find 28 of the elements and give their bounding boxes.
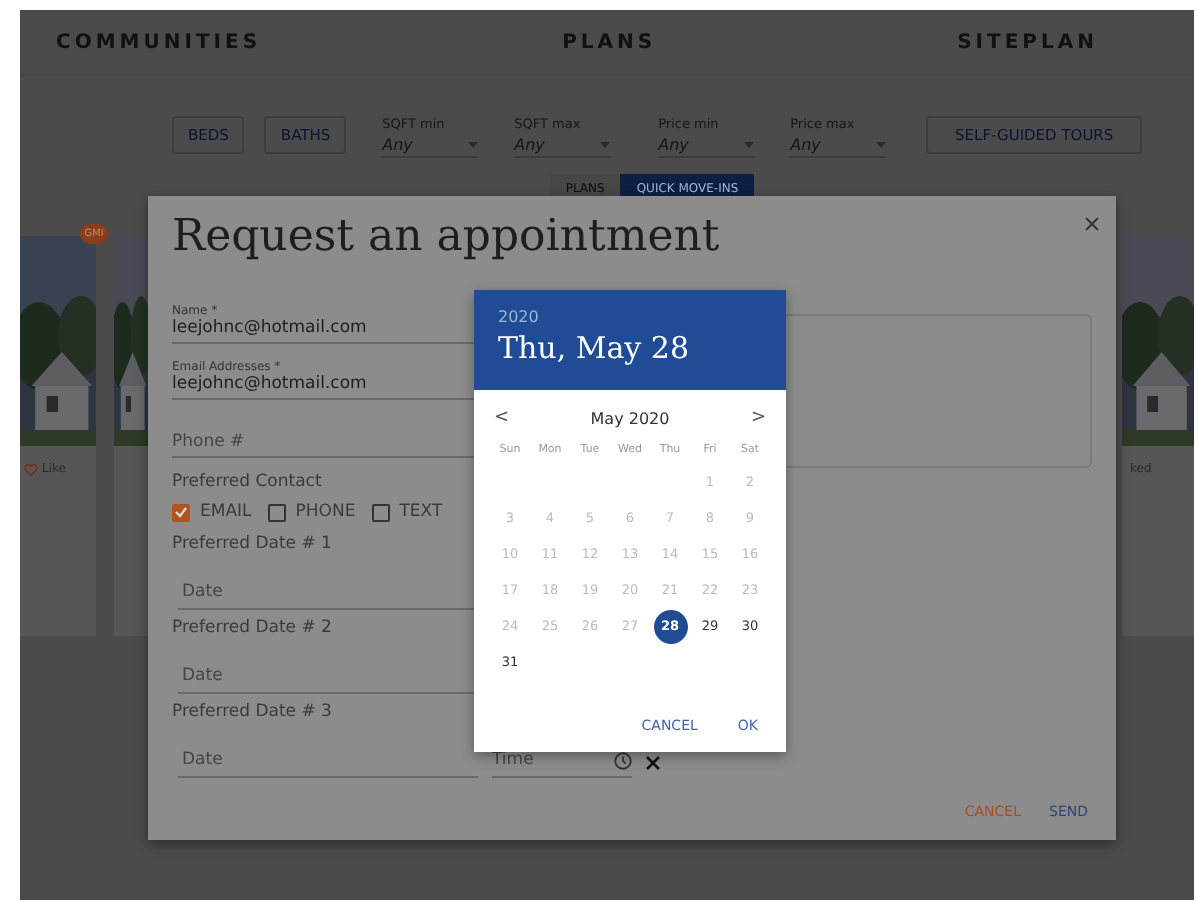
- contact-checkbox[interactable]: TEXT: [371, 502, 443, 522]
- field-value: leejohnc@hotmail.com: [172, 374, 367, 394]
- close-icon[interactable]: [1084, 216, 1100, 232]
- date-field[interactable]: Date: [178, 750, 478, 778]
- caret-icon[interactable]: [876, 141, 887, 147]
- nav-link[interactable]: SITEPLAN: [957, 31, 1098, 53]
- dialog-title: Request an appointment: [172, 212, 722, 266]
- month-title: May 2020: [590, 409, 670, 427]
- clear-icon[interactable]: [646, 756, 660, 770]
- caret-icon[interactable]: [744, 141, 755, 147]
- home-card[interactable]: [114, 236, 148, 636]
- checkmark-icon: [174, 506, 188, 518]
- previous-month-button[interactable]: <: [494, 408, 510, 428]
- caret-icon[interactable]: [468, 141, 479, 147]
- preferred-date-label: Preferred Date # 1: [172, 534, 332, 554]
- nav-link[interactable]: COMMUNITIES: [56, 31, 262, 53]
- next-month-button[interactable]: >: [750, 408, 766, 428]
- nav-link[interactable]: PLANS: [562, 31, 657, 53]
- preferred-date-label: Preferred Date # 3: [172, 702, 332, 722]
- heart-icon[interactable]: [24, 463, 38, 475]
- contact-checkbox[interactable]: EMAIL: [172, 502, 252, 522]
- field-value: leejohnc@hotmail.com: [172, 318, 367, 338]
- picker-year[interactable]: 2020: [498, 308, 762, 326]
- preferred-contact-label: Preferred Contact: [172, 472, 322, 492]
- clock-icon[interactable]: [614, 751, 632, 769]
- caret-icon[interactable]: [600, 141, 611, 147]
- contact-checkbox[interactable]: PHONE: [267, 502, 356, 522]
- preferred-date-label: Preferred Date # 2: [172, 618, 332, 638]
